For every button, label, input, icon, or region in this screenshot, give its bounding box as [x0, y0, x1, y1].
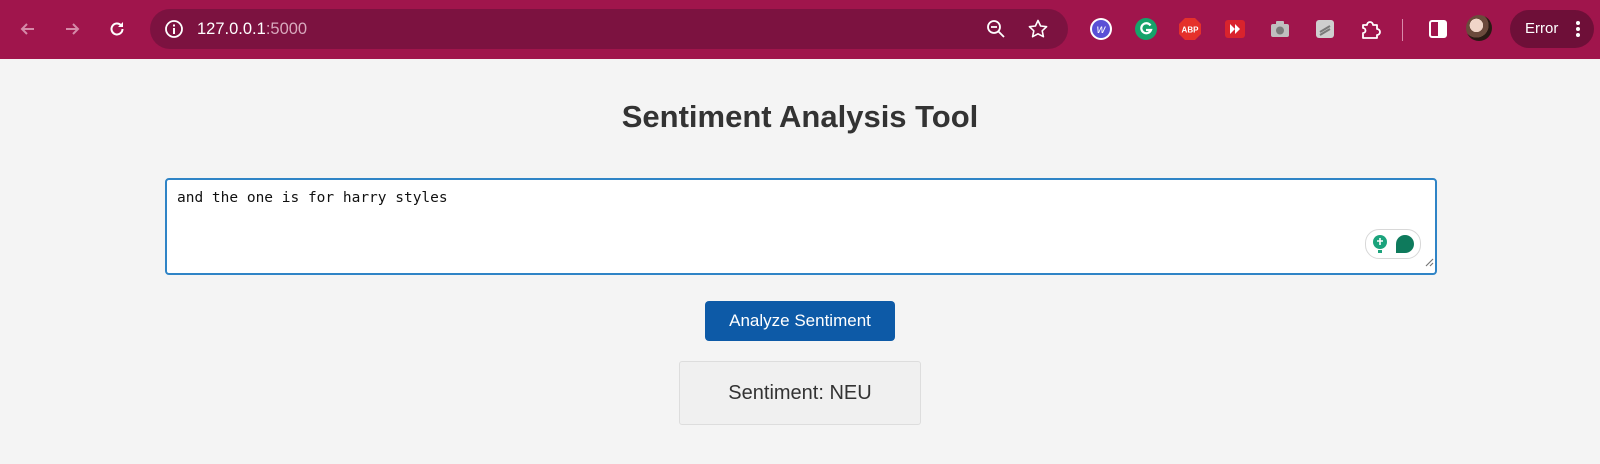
lightbulb-icon: [1373, 235, 1387, 253]
page-content: Sentiment Analysis Tool and the one is f…: [0, 59, 1600, 464]
puzzle-icon[interactable]: [1356, 15, 1384, 43]
side-panel-icon[interactable]: [1424, 15, 1452, 43]
text-input[interactable]: and the one is for harry styles: [165, 178, 1437, 275]
sentiment-result: Sentiment: NEU: [679, 361, 921, 425]
reload-icon[interactable]: [102, 14, 132, 44]
forward-icon[interactable]: [57, 14, 87, 44]
url-host: 127.0.0.1: [197, 20, 266, 38]
toolbar-divider: [1402, 19, 1403, 41]
browser-toolbar: 127.0.0.1:5000 w ABP Error: [0, 0, 1600, 59]
url-port: :5000: [265, 20, 308, 38]
camera-icon[interactable]: [1266, 15, 1294, 43]
webflow-icon[interactable]: w: [1087, 15, 1115, 43]
profile-error-button[interactable]: Error: [1510, 10, 1594, 48]
grammarly-icon[interactable]: [1132, 15, 1160, 43]
kebab-menu-icon[interactable]: [1574, 19, 1582, 44]
profile-avatar[interactable]: [1466, 15, 1492, 41]
adblock-label: ABP: [1182, 26, 1200, 35]
bookmark-star-icon[interactable]: [1027, 18, 1049, 45]
grammarly-widget[interactable]: [1365, 229, 1421, 259]
video-speed-icon[interactable]: [1221, 15, 1249, 43]
analyze-sentiment-button[interactable]: Analyze Sentiment: [705, 301, 895, 341]
url-text[interactable]: 127.0.0.1:5000: [197, 19, 307, 39]
svg-text:w: w: [1097, 22, 1107, 36]
profile-status-label: Error: [1525, 20, 1559, 37]
back-icon[interactable]: [13, 14, 43, 44]
resize-handle-icon[interactable]: [1424, 254, 1434, 272]
address-bar[interactable]: 127.0.0.1:5000: [150, 9, 1068, 49]
page-title: Sentiment Analysis Tool: [621, 99, 979, 134]
adblock-plus-icon[interactable]: ABP: [1176, 15, 1204, 43]
input-text: and the one is for harry styles: [177, 190, 448, 206]
zoom-icon[interactable]: [985, 18, 1007, 45]
grammarly-bubble-icon: [1396, 235, 1414, 253]
stack-icon[interactable]: [1311, 15, 1339, 43]
site-info-icon[interactable]: [164, 19, 184, 44]
